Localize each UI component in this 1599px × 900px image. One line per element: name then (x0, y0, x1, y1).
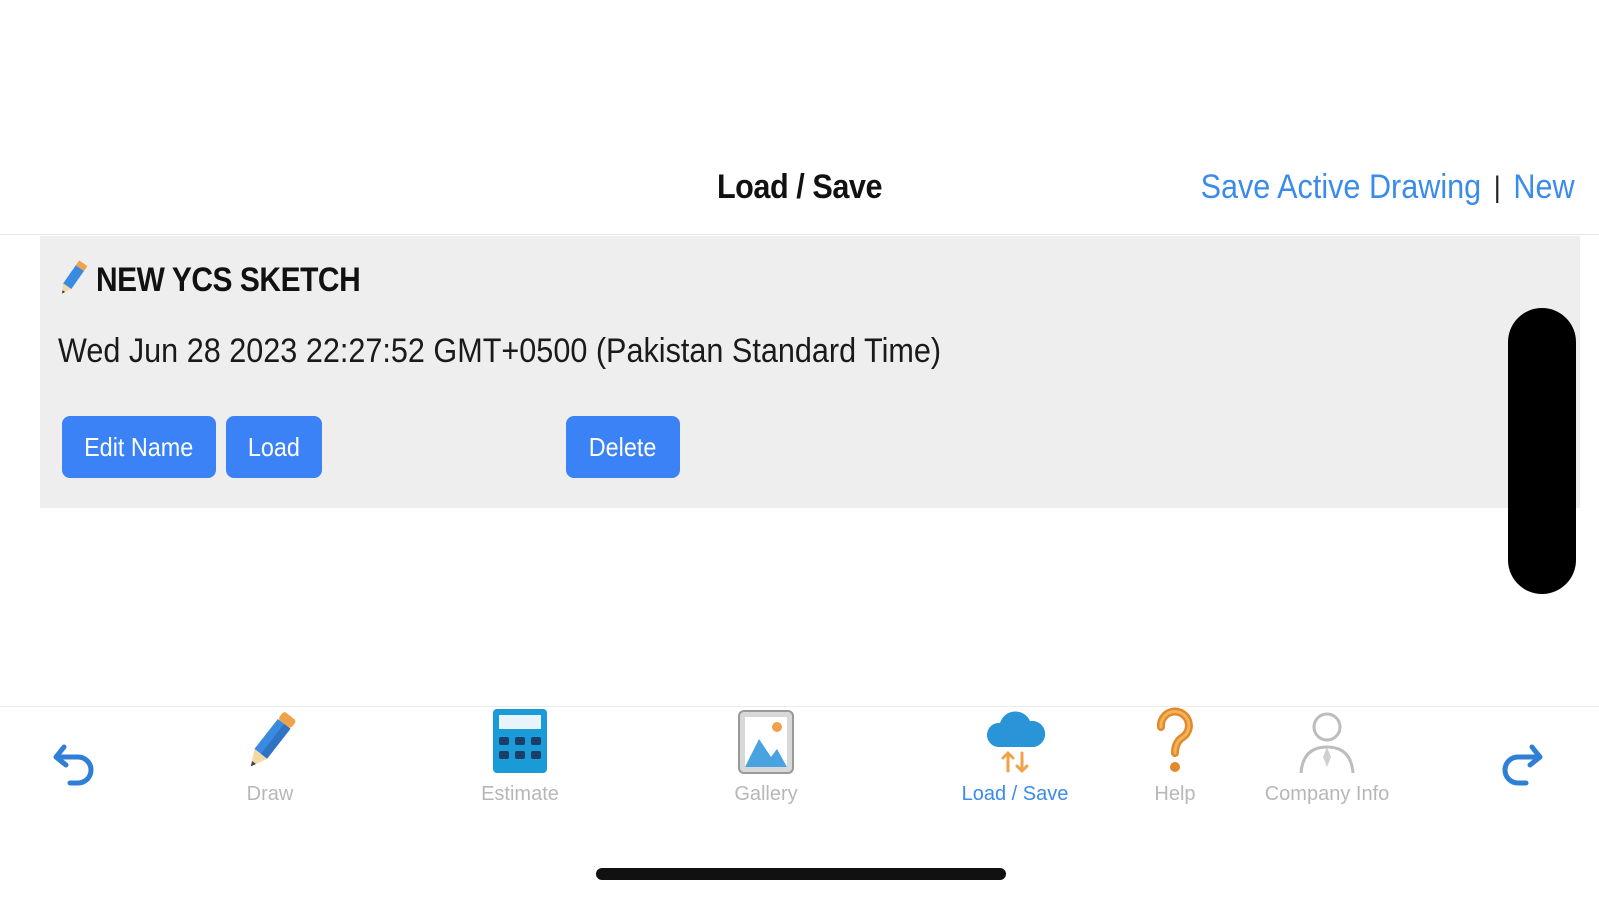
tab-estimate[interactable]: Estimate (470, 707, 570, 806)
gallery-image-icon (735, 707, 797, 777)
tab-help[interactable]: Help (1140, 707, 1210, 806)
question-mark-icon (1153, 707, 1197, 777)
header-actions: Save Active Drawing | New (1201, 168, 1575, 207)
load-label: Load (247, 431, 301, 462)
delete-button[interactable]: Delete (566, 416, 680, 478)
drawing-title-row: NEW YCS SKETCH (56, 258, 396, 303)
drawing-name: NEW YCS SKETCH (96, 261, 361, 299)
person-icon (1295, 707, 1359, 777)
delete-label: Delete (589, 431, 657, 462)
drawing-date: Wed Jun 28 2023 22:27:52 GMT+0500 (Pakis… (58, 332, 942, 370)
home-indicator (596, 868, 1006, 880)
nav-header: Load / Save Save Active Drawing | New (0, 150, 1599, 235)
tab-gallery-label: Gallery (734, 783, 798, 805)
pencil-icon (238, 707, 302, 777)
tab-help-label: Help (1154, 783, 1196, 805)
calculator-icon (491, 707, 549, 777)
edit-name-label: Edit Name (84, 431, 194, 462)
header-separator: | (1494, 170, 1502, 204)
tab-company-info[interactable]: Company Info (1262, 707, 1392, 806)
tab-gallery[interactable]: Gallery (716, 707, 816, 806)
bottom-tab-bar: Draw Estimate Gallery Load / Save Help C… (0, 706, 1599, 817)
tab-draw-label: Draw (246, 783, 294, 805)
new-drawing-link[interactable]: New (1514, 168, 1575, 207)
save-active-drawing-link[interactable]: Save Active Drawing (1201, 168, 1482, 207)
pencil-icon (56, 258, 90, 303)
edit-name-button[interactable]: Edit Name (62, 416, 216, 478)
scrollbar-thumb[interactable] (1508, 308, 1576, 594)
cloud-sync-icon (982, 707, 1048, 777)
tab-draw[interactable]: Draw (232, 707, 308, 806)
tab-estimate-label: Estimate (481, 783, 559, 805)
redo-arrow-icon[interactable] (1496, 737, 1546, 792)
tab-company-info-label: Company Info (1264, 783, 1390, 805)
tab-load-save-label: Load / Save (961, 783, 1069, 805)
drawing-list-item: NEW YCS SKETCH Wed Jun 28 2023 22:27:52 … (40, 236, 1580, 508)
load-button[interactable]: Load (226, 416, 322, 478)
undo-arrow-icon[interactable] (50, 737, 100, 792)
tab-load-save[interactable]: Load / Save (950, 707, 1080, 806)
